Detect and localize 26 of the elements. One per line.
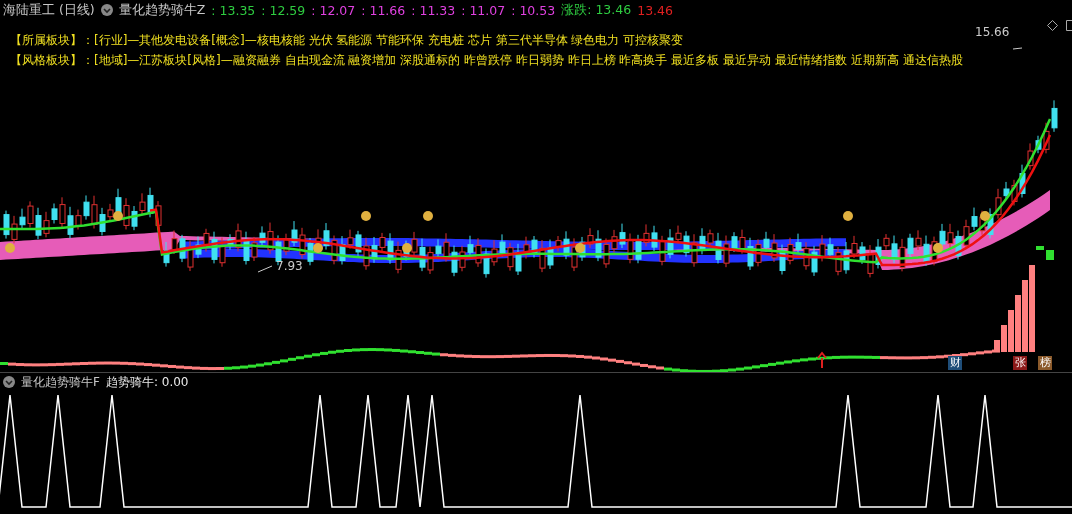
indicator-reading: 趋势骑牛: 0.00 [105,373,189,391]
high-price-label: 15.66 [975,25,1010,39]
sector-text: 【所属板块】：[行业]—其他发电设备[概念]—核电核能 光伏 氢能源 节能环保 充电桩 芯片 第三代半导体 绿色电力 可控核聚变 [10,32,684,49]
event-tag[interactable]: 张 [1013,356,1027,370]
dropdown-icon[interactable] [3,376,15,388]
indicator-value: 13.46 [637,2,673,18]
indicator-name: 量化趋势骑牛F [21,373,100,391]
dropdown-icon[interactable] [100,4,113,16]
indicator-value: : 12.59 [261,2,306,18]
low-price-label: 7.93 [276,259,303,273]
leader-line [1012,47,1023,50]
sector-text: 【风格板块】：[地域]—江苏板块[风格]—融资融券 自由现金流 融资增加 深股通标的 昨曾跌停 昨日弱势 昨日上榜 昨高换手 最近多板 最近异动 最近情绪指数 近期新高 通达信热股 [10,52,963,69]
indicator-value: : 11.07 [461,2,506,18]
stock-title: 海陆重工 (日线) [3,1,95,19]
event-tag[interactable]: 财 [948,356,962,370]
indicator-value: : 11.66 [361,2,406,18]
event-tag[interactable]: 榜 [1038,356,1052,370]
diamond-icon[interactable] [1047,20,1058,31]
indicator-name: 量化趋势骑牛Z [118,1,206,19]
indicator-value: : 12.07 [311,2,356,18]
indicator-value: : 10.53 [511,2,556,18]
leader-line [257,265,273,273]
signal-icon [817,351,827,369]
indicator-value: : 11.33 [411,2,456,18]
indicator-value: : 13.35 [211,2,256,18]
indicator-value: 涨跌: 13.46 [561,1,632,19]
